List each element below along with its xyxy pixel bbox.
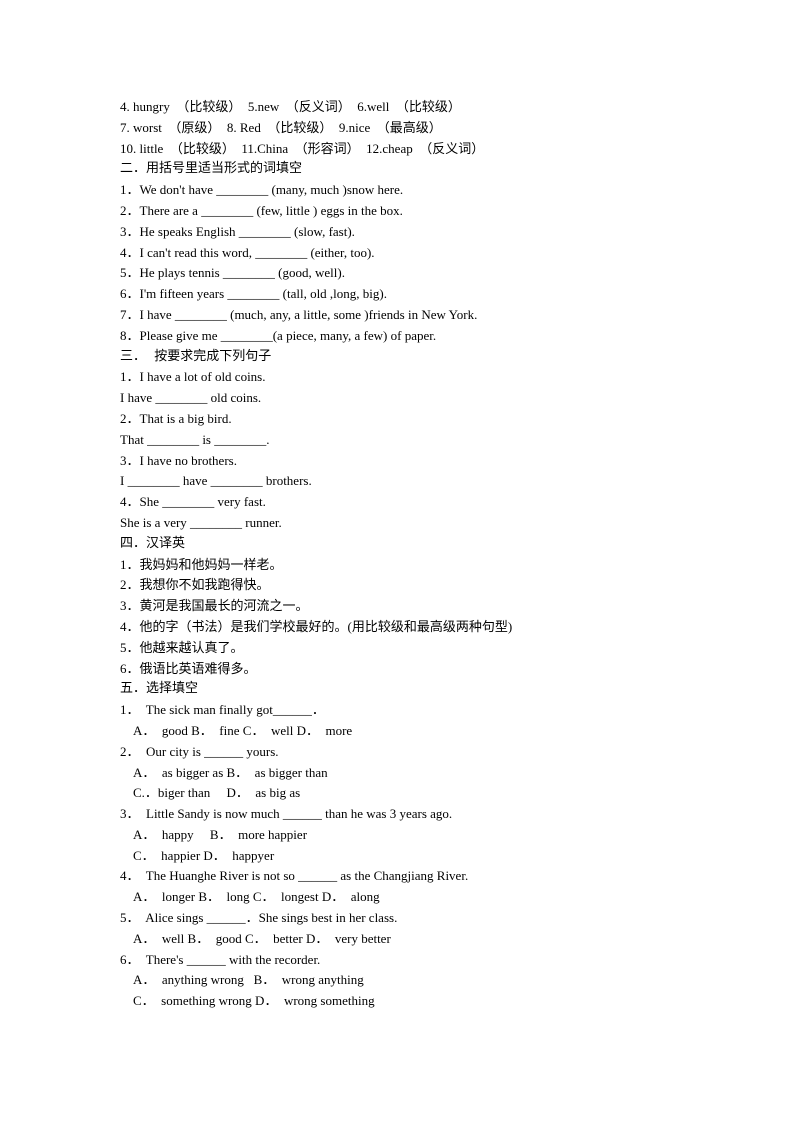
answer-options: A． happy B． more happier <box>133 826 308 842</box>
question-line: She is a very ________ runner. <box>120 514 282 530</box>
question-line: 4．他的字（书法）是我们学校最好的。(用比较级和最高级两种句型) <box>120 618 513 634</box>
question-line: 5．He plays tennis ________ (good, well). <box>120 265 345 281</box>
answer-options: C． happier D． happyer <box>133 847 275 863</box>
question-line: 4. hungry （比较级） 5.new （反义词） 6.well （比较级） <box>120 99 461 114</box>
question-line: 5．他越来越认真了。 <box>120 639 244 655</box>
question-line: 6． There's ______ with the recorder. <box>120 951 321 967</box>
question-line: 3． Little Sandy is now much ______ than … <box>120 806 453 822</box>
question-line: 7. worst （原级） 8. Red （比较级） 9.nice （最高级） <box>120 119 442 135</box>
question-line: 2． Our city is ______ yours. <box>120 743 279 759</box>
question-line: 6．俄语比英语难得多。 <box>120 660 257 676</box>
question-line: 7．I have ________ (much, any, a little, … <box>120 306 478 322</box>
question-line: 6．I'm fifteen years ________ (tall, old … <box>120 286 387 302</box>
answer-options: C． something wrong D． wrong something <box>133 993 375 1009</box>
section-heading: 五．选择填空 <box>120 681 199 697</box>
section-heading: 二．用括号里适当形式的词填空 <box>120 161 303 177</box>
question-line: 4．I can't read this word, ________ (eith… <box>120 244 375 260</box>
question-line: 2．That is a big bird. <box>120 410 232 426</box>
question-line: 1． The sick man finally got______． <box>120 702 325 718</box>
question-line: 2．There are a ________ (few, little ) eg… <box>120 202 403 218</box>
answer-options: A． good B． fine C． well D． more <box>133 722 353 738</box>
answer-options: A． as bigger as B． as bigger than <box>133 764 328 780</box>
section-heading: 三． 按要求完成下列句子 <box>120 348 272 364</box>
question-line: 1．我妈妈和他妈妈一样老。 <box>120 556 283 572</box>
question-line: 3．He speaks English ________ (slow, fast… <box>120 223 355 239</box>
question-line: 4． The Huanghe River is not so ______ as… <box>120 868 469 884</box>
question-line: I ________ have ________ brothers. <box>120 473 312 489</box>
answer-options: A． longer B． long C． longest D． along <box>133 889 380 905</box>
question-line: 10. little （比较级） 11.China （形容词） 12.cheap… <box>120 140 485 156</box>
question-line: 1．We don't have ________ (many, much )sn… <box>120 182 404 198</box>
question-line: 3．黄河是我国最长的河流之一。 <box>120 598 309 614</box>
section-heading: 四．汉译英 <box>120 535 186 551</box>
answer-options: A． anything wrong B． wrong anything <box>133 972 364 988</box>
question-line: 1．I have a lot of old coins. <box>120 369 266 385</box>
question-line: I have ________ old coins. <box>120 390 262 406</box>
question-line: 2．我想你不如我跑得快。 <box>120 577 270 593</box>
question-line: 8．Please give me ________(a piece, many,… <box>120 327 437 343</box>
question-line: That ________ is ________. <box>120 431 270 447</box>
question-line: 5． Alice sings ______．She sings best in … <box>120 910 398 926</box>
question-line: 4．She ________ very fast. <box>120 494 266 510</box>
answer-options: C.．biger than D． as big as <box>133 785 301 801</box>
question-line: 3．I have no brothers. <box>120 452 237 468</box>
answer-options: A． well B． good C． better D． very better <box>133 930 391 946</box>
worksheet-page: 4. hungry （比较级） 5.new （反义词） 6.well （比较级）… <box>120 97 760 1012</box>
